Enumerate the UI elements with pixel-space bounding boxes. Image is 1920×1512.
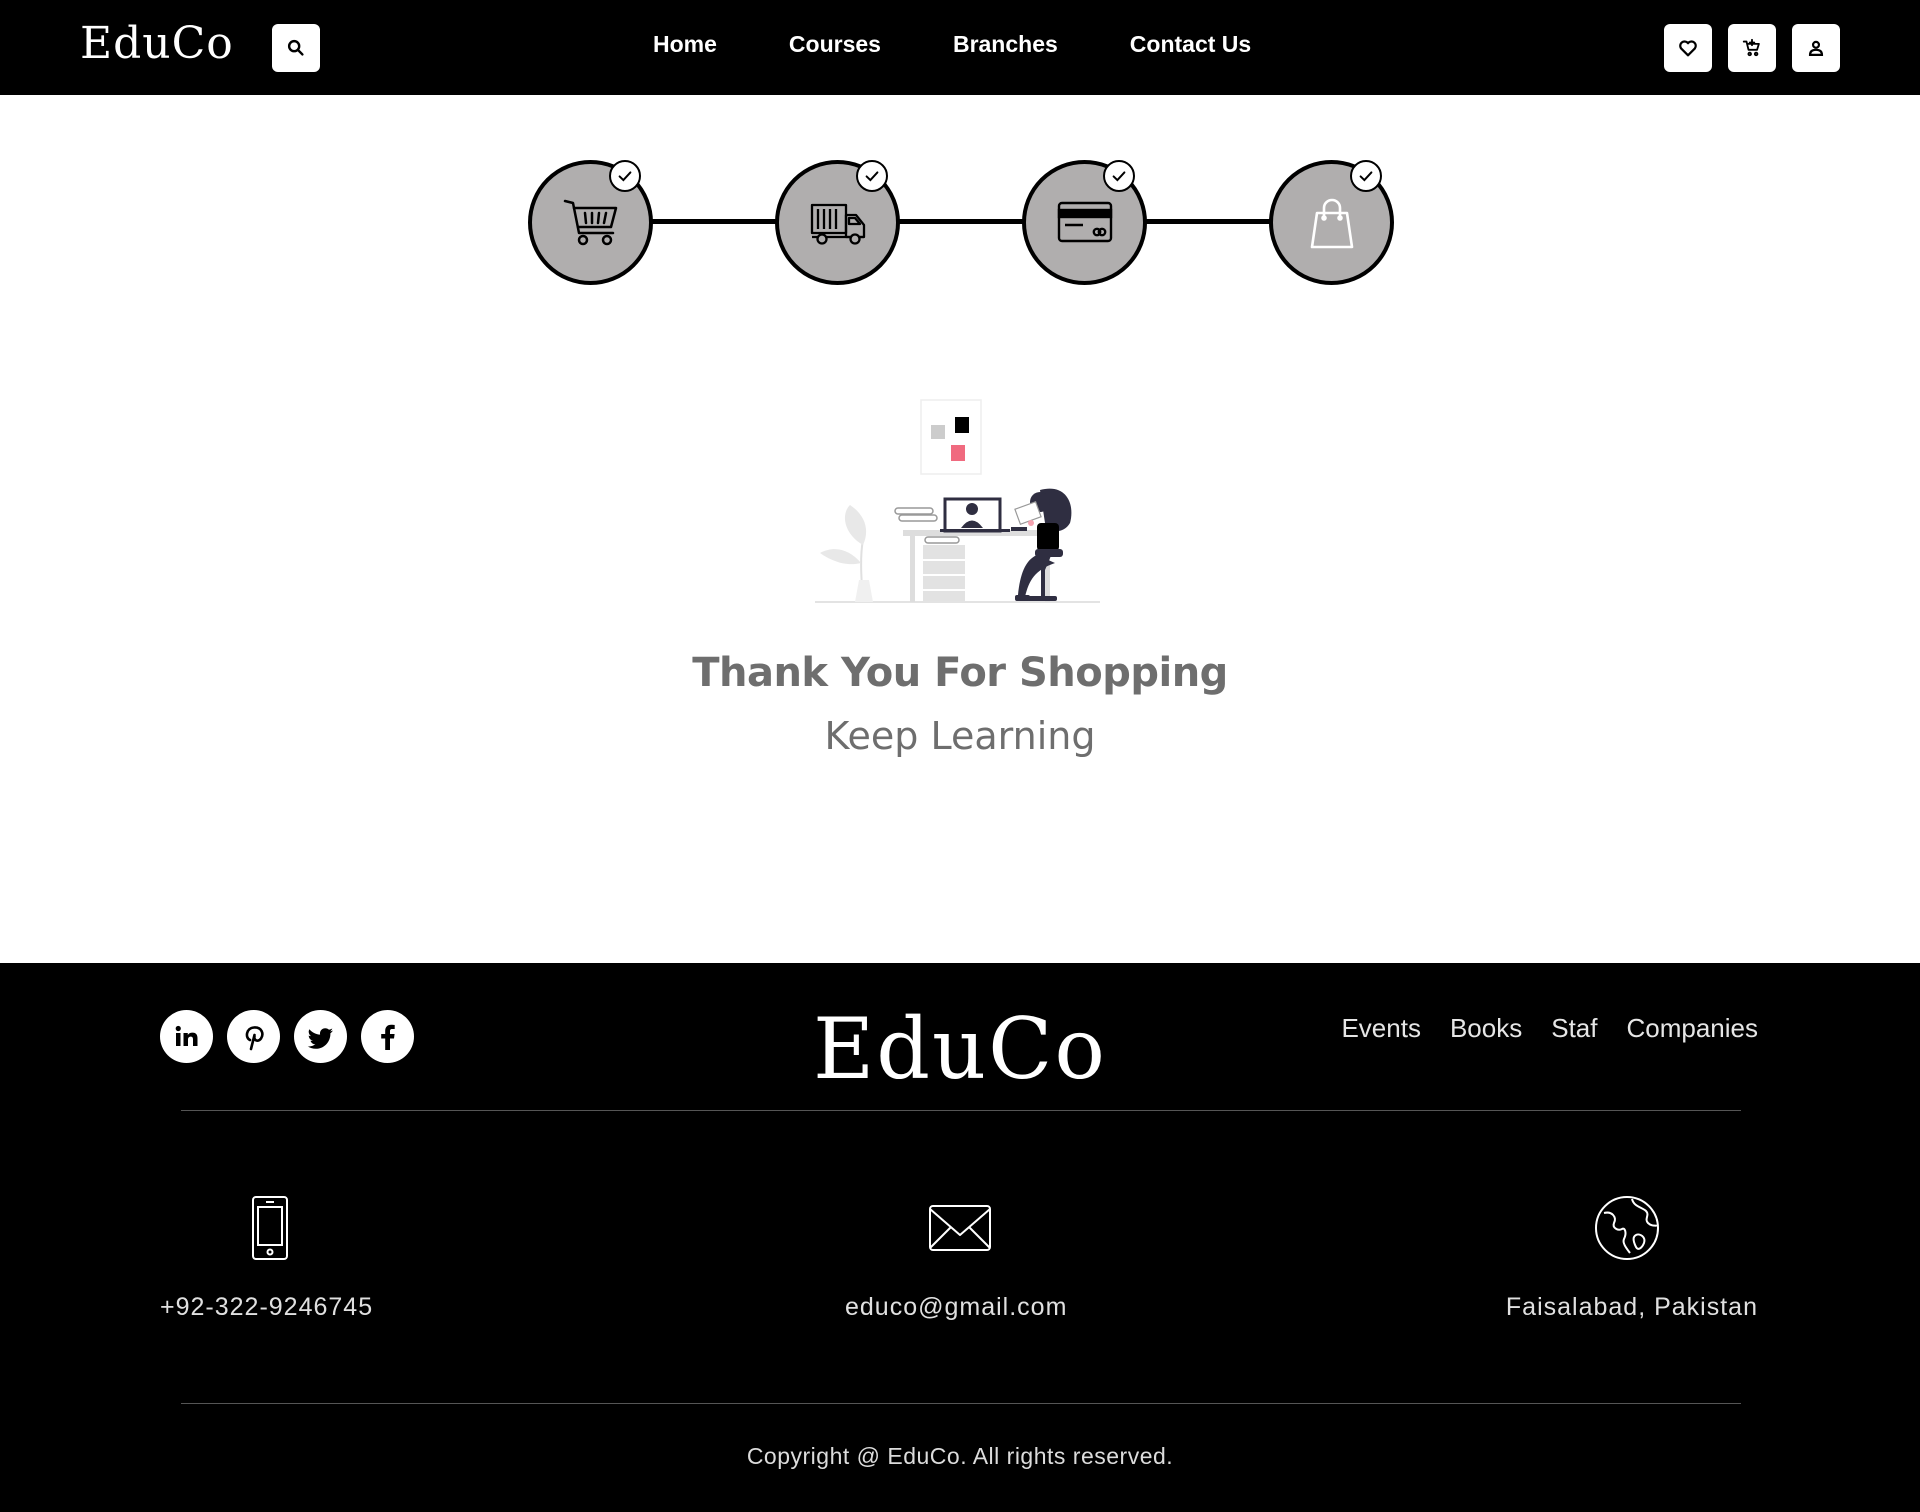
online-learning-illustration (815, 399, 1100, 603)
thank-you-heading: Thank You For Shopping (692, 650, 1228, 696)
shopping-bag-icon (1310, 198, 1353, 248)
checkout-progress (0, 0, 1920, 300)
checkmark-icon (865, 171, 879, 182)
step-connector (648, 219, 776, 224)
footer-link-events[interactable]: Events (1341, 1013, 1421, 1044)
footer-links: Events Books Staf Companies (1312, 1013, 1758, 1044)
contact-phone: +92-322-9246745 (160, 1293, 374, 1321)
delivery-truck-icon (810, 203, 865, 245)
footer-divider (181, 1110, 1741, 1111)
checkmark-icon (1359, 171, 1373, 182)
step-complete-badge (1350, 160, 1382, 192)
cart-icon (563, 199, 617, 245)
contact-location: Faisalabad, Pakistan (1505, 1293, 1758, 1321)
keep-learning-subtitle: Keep Learning (824, 714, 1096, 758)
globe-icon (1595, 1196, 1659, 1260)
step-complete-badge (1103, 160, 1135, 192)
envelope-icon (929, 1205, 991, 1251)
step-connector (895, 219, 1023, 224)
step-complete-badge (609, 160, 641, 192)
checkmark-icon (1112, 171, 1126, 182)
footer-divider (181, 1403, 1741, 1404)
footer-link-companies[interactable]: Companies (1626, 1013, 1758, 1044)
copyright-text: Copyright @ EduCo. All rights reserved. (746, 1443, 1174, 1469)
contact-email: educo@gmail.com (845, 1293, 1068, 1321)
phone-icon (252, 1196, 288, 1260)
checkmark-icon (618, 171, 632, 182)
step-complete-badge (856, 160, 888, 192)
step-connector (1142, 219, 1270, 224)
footer-link-books[interactable]: Books (1450, 1013, 1522, 1044)
credit-card-icon (1057, 201, 1112, 242)
footer-link-staf[interactable]: Staf (1551, 1013, 1597, 1044)
site-footer: EduCo Events Books Staf Companies +92-32… (0, 963, 1920, 1512)
